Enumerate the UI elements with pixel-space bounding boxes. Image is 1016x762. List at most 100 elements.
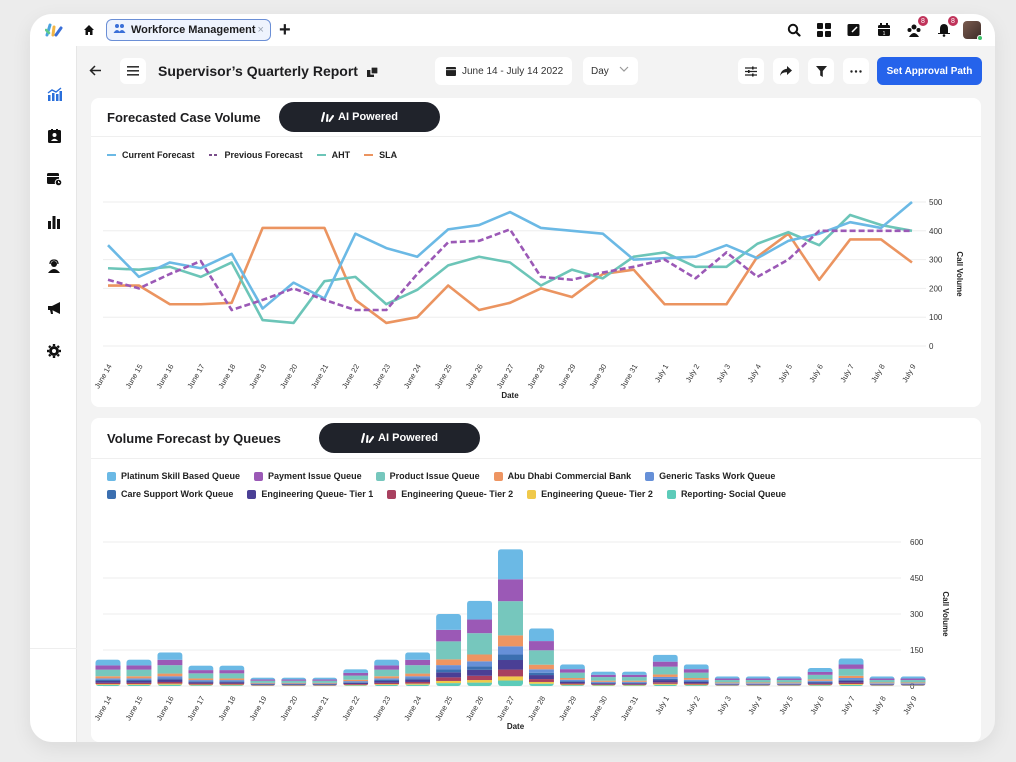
bar-segment [745,678,771,681]
granularity-dropdown[interactable]: Day [583,57,638,85]
legend-item[interactable]: Engineering Queue- Tier 2 [527,485,653,503]
bar-segment [528,669,554,673]
bar-segment [467,600,493,620]
bar-segment [621,685,647,686]
sidebar-item-settings[interactable] [44,341,64,361]
apps-grid-icon[interactable] [813,19,835,41]
menu-button[interactable] [120,58,146,84]
x-tick-label: June 23 [371,695,392,723]
bar-segment [312,682,338,684]
bar-segment [126,684,152,685]
bar-segment [405,683,431,685]
bar-stack [559,664,585,686]
bar-segment [188,683,214,685]
avatar[interactable] [963,21,983,41]
bar-segment [157,679,183,682]
bar-segment [436,629,462,642]
x-tick-label: July 3 [715,695,733,716]
x-tick-label: June 21 [309,695,330,723]
bar-segment [405,676,431,679]
legend-item[interactable]: Product Issue Queue [375,467,480,485]
legend-item[interactable]: Engineering Queue- Tier 1 [247,485,373,503]
bar-segment [900,676,926,679]
home-icon[interactable] [78,24,100,36]
bar-segment [498,549,523,580]
legend-swatch [254,471,264,481]
y-tick-label: 150 [910,646,924,655]
bar-segment [405,659,431,666]
bar-segment [807,668,833,672]
bar-segment [776,678,802,681]
sidebar [30,46,77,742]
x-tick-label: July 5 [777,695,795,716]
calendar-icon[interactable]: 1 [873,19,895,41]
legend-item-sla[interactable]: SLA [364,146,397,164]
bar-segment [126,665,152,670]
x-tick-label: July 1 [653,363,671,384]
bar-segment [776,683,802,684]
filter-button[interactable] [808,58,834,84]
bar-stack [776,676,802,686]
bar-segment [621,681,647,683]
bar-segment [838,682,864,685]
app-logo-icon[interactable] [30,23,78,37]
legend-swatch [107,489,116,499]
date-range-label: June 14 - July 14 2022 [462,65,564,77]
bar-segment [714,678,740,681]
ai-powered-badge[interactable]: AI Powered [279,102,440,132]
bar-stack [745,676,771,686]
bar-segment [621,671,647,675]
bar-segment [436,614,462,630]
y-tick-label: 600 [910,538,924,547]
bar-segment [590,680,616,682]
sidebar-item-contacts[interactable] [44,126,64,146]
legend-item[interactable]: Care Support Work Queue [107,485,233,503]
set-approval-path-button[interactable]: Set Approval Path [877,57,982,85]
close-icon[interactable]: × [258,24,264,36]
legend-item[interactable]: Abu Dhabi Commercial Bank [493,467,631,485]
bar-segment [467,680,493,683]
date-range-picker[interactable]: June 14 - July 14 2022 [435,57,572,85]
legend-item-aht[interactable]: AHT [316,146,350,164]
legend-label: Product Issue Queue [389,471,480,481]
ai-powered-badge[interactable]: AI Powered [319,423,480,453]
legend-item[interactable]: Platinum Skill Based Queue [107,467,240,485]
sidebar-item-schedule[interactable] [44,169,64,189]
x-tick-label: June 19 [247,695,268,723]
legend-item-previous-forecast[interactable]: Previous Forecast [208,146,303,164]
x-tick-label: June 26 [464,695,485,723]
bar-segment [405,665,431,674]
x-tick-label: June 19 [247,363,268,391]
legend-item[interactable]: Payment Issue Queue [254,467,362,485]
bar-stack [683,664,709,686]
new-tab-button[interactable]: + [279,19,291,42]
bell-icon[interactable]: 8 [933,16,958,41]
more-options-button[interactable] [843,58,869,84]
bar-segment [838,684,864,685]
compose-icon[interactable] [843,19,865,41]
sidebar-item-campaigns[interactable] [44,298,64,318]
adjust-settings-button[interactable] [738,58,764,84]
legend-item[interactable]: Reporting- Social Queue [666,485,786,503]
bar-stack [714,676,740,686]
sidebar-item-reports[interactable] [44,212,64,232]
legend-item[interactable]: Engineering Queue- Tier 2 [387,485,513,503]
legend-item[interactable]: Generic Tasks Work Queue [645,467,775,485]
bar-segment [900,680,926,683]
bar-segment [343,681,369,683]
tab-workforce-management[interactable]: Workforce Management × [106,19,271,41]
bar-stack [343,669,369,686]
bar-stack [498,549,523,686]
bar-segment [95,679,121,681]
share-button[interactable] [773,58,799,84]
open-external-icon[interactable] [367,65,379,83]
y-tick-label: 500 [929,198,943,207]
team-notifications-icon[interactable]: 8 [903,16,928,41]
search-icon[interactable] [783,19,805,41]
sidebar-item-analytics[interactable] [44,84,64,104]
legend-item-current-forecast[interactable]: Current Forecast [107,146,195,164]
back-arrow-icon[interactable] [89,63,102,81]
legend-swatch [375,471,385,481]
sidebar-item-agent[interactable] [44,256,64,276]
bar-segment [621,684,647,685]
